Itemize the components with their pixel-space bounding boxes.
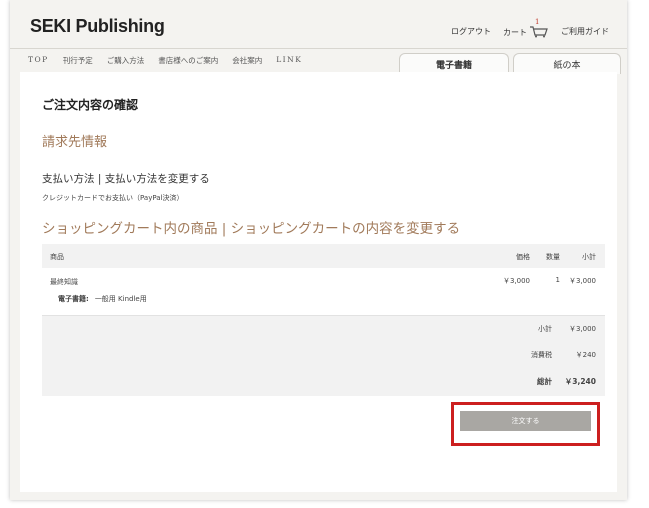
cart-heading[interactable]: ショッピングカート内の商品 | ショッピングカートの内容を変更する bbox=[42, 217, 460, 237]
main-nav: TOP 刊行予定 ご購入方法 書店様へのご案内 会社案内 LINK 電子書籍 紙… bbox=[10, 48, 627, 74]
cart-count-badge: 1 bbox=[535, 18, 540, 26]
product-format: 電子書籍: 一般用 Kindle用 bbox=[58, 294, 147, 304]
nav-item-company[interactable]: 会社案内 bbox=[232, 55, 262, 66]
order-table: 商品 価格 数量 小計 最終知識 電子書籍: 一般用 Kindle用 ￥3,000… bbox=[42, 244, 605, 396]
product-name: 最終知識 bbox=[50, 278, 78, 286]
place-order-button[interactable]: 注文する bbox=[460, 411, 591, 431]
header-subtotal: 小計 bbox=[582, 253, 596, 261]
nav-links: TOP 刊行予定 ご購入方法 書店様へのご案内 会社案内 LINK bbox=[28, 55, 302, 66]
guide-link[interactable]: ご利用ガイド bbox=[561, 26, 609, 37]
tab-paper-book[interactable]: 紙の本 bbox=[513, 53, 621, 74]
site-logo[interactable]: SEKI Publishing bbox=[30, 16, 165, 37]
cart-link[interactable]: カート 1 bbox=[503, 18, 549, 38]
header-product: 商品 bbox=[50, 253, 64, 261]
nav-item-purchase[interactable]: ご購入方法 bbox=[107, 55, 145, 66]
product-qty: 1 bbox=[555, 276, 560, 284]
page-title: ご注文内容の確認 bbox=[42, 98, 139, 112]
tax-value: ￥240 bbox=[575, 351, 596, 359]
total-label: 総計 bbox=[537, 377, 552, 386]
cart-link-label: カート bbox=[503, 28, 527, 37]
nav-item-bookstores[interactable]: 書店様へのご案内 bbox=[158, 55, 218, 66]
nav-item-link[interactable]: LINK bbox=[276, 55, 302, 66]
subtotal-value: ￥3,000 bbox=[568, 325, 596, 333]
cart-icon: 1 bbox=[529, 18, 549, 38]
subtotal-label: 小計 bbox=[538, 325, 552, 333]
product-subtotal: ￥3,000 bbox=[568, 277, 596, 285]
format-value: 一般用 Kindle用 bbox=[94, 295, 147, 303]
header-qty: 数量 bbox=[546, 253, 560, 261]
table-row: 最終知識 電子書籍: 一般用 Kindle用 ￥3,000 1 ￥3,000 bbox=[42, 268, 605, 316]
payment-heading[interactable]: 支払い方法 | 支払い方法を変更する bbox=[42, 171, 210, 186]
billing-heading: 請求先情報 bbox=[42, 135, 108, 150]
nav-item-schedule[interactable]: 刊行予定 bbox=[63, 55, 93, 66]
product-price: ￥3,000 bbox=[502, 277, 530, 285]
top-links: ログアウト カート 1 ご利用ガイド bbox=[451, 18, 609, 38]
payment-method-text: クレジットカードでお支払い（PayPal決済） bbox=[42, 194, 184, 202]
total-value: ￥3,240 bbox=[564, 377, 596, 386]
nav-item-top[interactable]: TOP bbox=[28, 55, 49, 66]
tab-ebook[interactable]: 電子書籍 bbox=[399, 53, 509, 74]
table-header: 商品 価格 数量 小計 bbox=[42, 244, 605, 268]
totals-panel: 小計 ￥3,000 消費税 ￥240 総計 ￥3,240 bbox=[42, 316, 605, 396]
header-price: 価格 bbox=[516, 253, 530, 261]
logout-link[interactable]: ログアウト bbox=[451, 26, 491, 37]
format-label: 電子書籍: bbox=[58, 295, 89, 303]
tax-label: 消費税 bbox=[531, 351, 552, 359]
